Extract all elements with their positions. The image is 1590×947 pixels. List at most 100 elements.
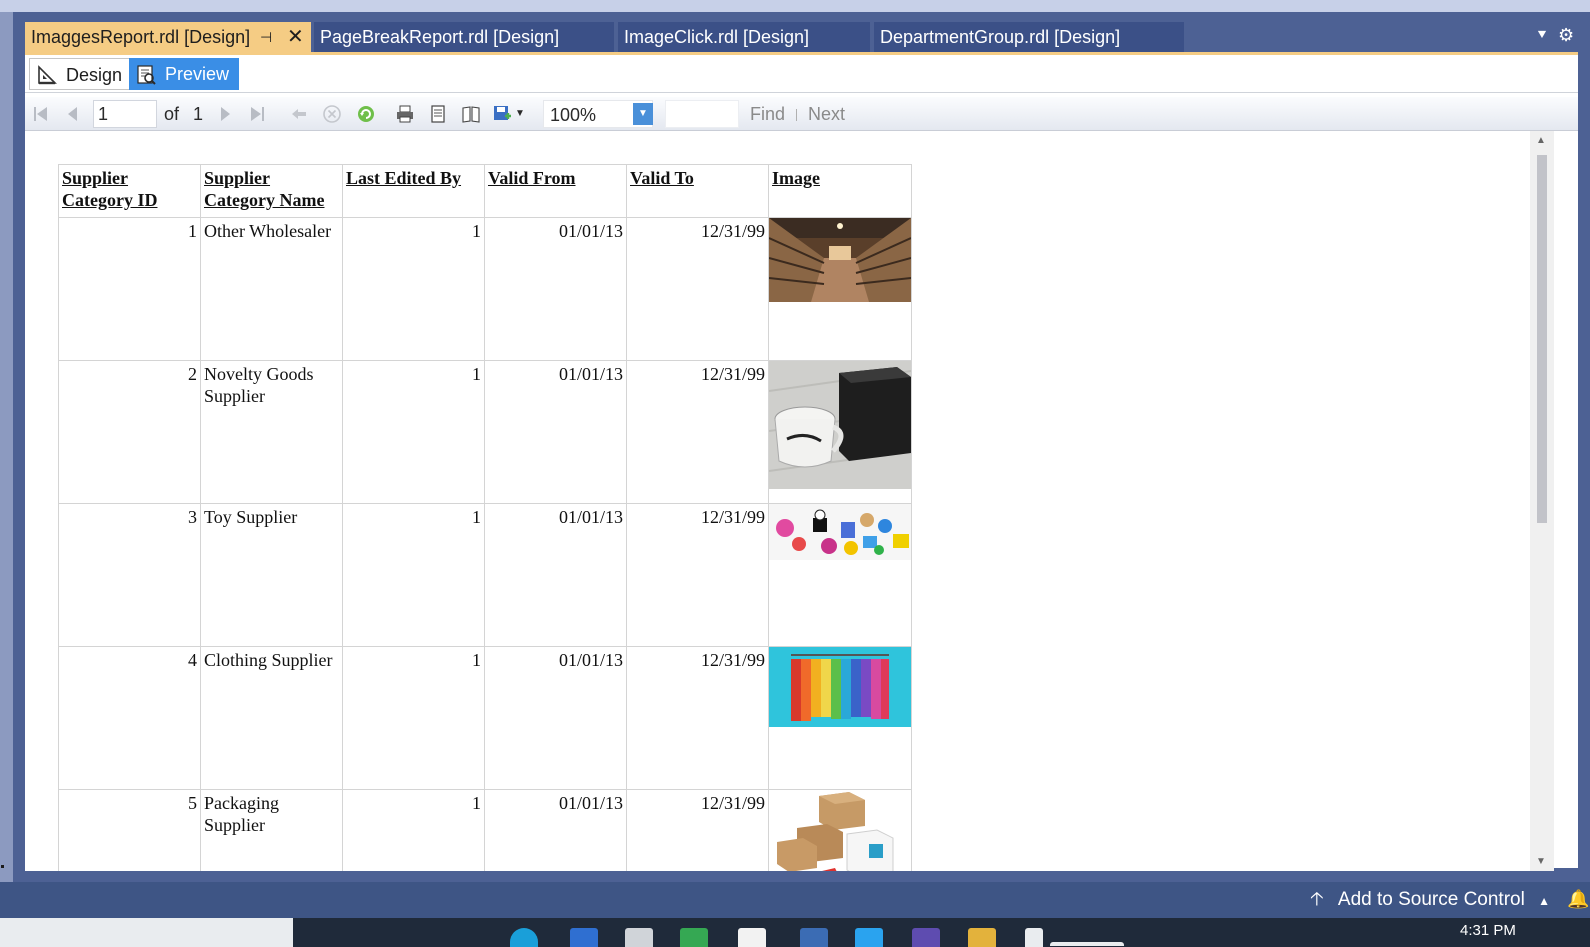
- windows-taskbar: 4:31 PM: [0, 918, 1590, 947]
- explorer-icon[interactable]: [800, 928, 828, 947]
- scrollbar-thumb[interactable]: [1537, 155, 1547, 523]
- cell-name: Clothing Supplier: [200, 646, 343, 790]
- show-hidden-icons-icon[interactable]: [1025, 928, 1043, 947]
- cell-edited-by: 1: [342, 503, 485, 647]
- edge-icon[interactable]: [510, 928, 538, 947]
- excel-icon[interactable]: [680, 928, 708, 947]
- find-text-input[interactable]: [665, 100, 739, 128]
- refresh-icon[interactable]: [356, 104, 376, 124]
- export-dropdown-icon[interactable]: ▼: [515, 97, 525, 131]
- cell-valid-to: 12/31/99: [626, 360, 769, 504]
- taskbar-clock: 4:31 PM: [1460, 922, 1516, 939]
- design-tab[interactable]: Design: [29, 58, 134, 90]
- status-bar: 🡡 Add to Source Control ▲ 🔔: [0, 882, 1590, 918]
- cell-image: [768, 503, 912, 647]
- preview-tab-label: Preview: [165, 64, 230, 84]
- cell-valid-to: 12/31/99: [626, 789, 769, 871]
- design-tab-label: Design: [66, 65, 123, 85]
- cell-valid-from: 01/01/13: [484, 646, 627, 790]
- mug-and-box-image: [768, 361, 912, 489]
- gear-icon[interactable]: ⚙: [1558, 25, 1574, 46]
- system-tray[interactable]: [1050, 942, 1124, 946]
- cell-valid-from: 01/01/13: [484, 217, 627, 361]
- report-preview-area: Supplier Category ID Supplier Category N…: [25, 131, 1530, 871]
- taskbar-search-area[interactable]: [0, 918, 293, 947]
- tab-imageclick[interactable]: ImageClick.rdl [Design]: [618, 22, 870, 52]
- next-page-icon[interactable]: [215, 104, 235, 124]
- outlook-icon[interactable]: [855, 928, 883, 947]
- cell-edited-by: 1: [342, 789, 485, 871]
- cell-valid-to: 12/31/99: [626, 217, 769, 361]
- notification-bell-icon[interactable]: 🔔: [1567, 889, 1589, 910]
- cell-image: [768, 789, 912, 871]
- pin-icon[interactable]: ⊣: [260, 22, 272, 52]
- tab-departmentgroup[interactable]: DepartmentGroup.rdl [Design]: [874, 22, 1184, 52]
- page-number-input[interactable]: 1: [93, 100, 157, 128]
- cell-name: Toy Supplier: [200, 503, 343, 647]
- scroll-up-icon[interactable]: ▲: [1536, 135, 1546, 146]
- print-icon[interactable]: [395, 104, 415, 124]
- print-layout-icon[interactable]: [428, 104, 448, 124]
- last-page-icon[interactable]: [247, 104, 267, 124]
- cell-image: [768, 646, 912, 790]
- vertical-scrollbar[interactable]: ▲ ▼: [1530, 131, 1554, 871]
- page-setup-icon[interactable]: [461, 104, 481, 124]
- table-row: 4 Clothing Supplier 1 01/01/13 12/31/99: [58, 646, 912, 790]
- previous-page-icon[interactable]: [63, 104, 83, 124]
- source-control-label: Add to Source Control: [1337, 889, 1525, 910]
- header-image: Image: [768, 164, 912, 218]
- next-link[interactable]: Next: [808, 97, 845, 131]
- design-icon: [38, 65, 57, 85]
- up-arrow-icon: 🡡: [1310, 889, 1324, 910]
- export-icon[interactable]: [492, 104, 512, 124]
- tab-list-dropdown-icon[interactable]: ⯆: [1536, 27, 1548, 44]
- cell-id: 1: [58, 217, 201, 361]
- visual-studio-icon[interactable]: [912, 928, 940, 947]
- back-icon[interactable]: [289, 104, 309, 124]
- scroll-down-icon[interactable]: ▼: [1536, 856, 1546, 867]
- header-row: Supplier Category ID Supplier Category N…: [58, 164, 912, 218]
- notepad-icon[interactable]: [738, 928, 766, 947]
- report-designer-surface: Design Preview 1 of 1 ▼ 100% ▼ Find Next…: [25, 52, 1578, 871]
- tab-label: DepartmentGroup.rdl [Design]: [880, 27, 1121, 47]
- cell-valid-from: 01/01/13: [484, 503, 627, 647]
- table-row: 3 Toy Supplier 1 01/01/13 12/31/99: [58, 503, 912, 647]
- header-supplier-category-id: Supplier Category ID: [58, 164, 201, 218]
- cell-name: Novelty Goods Supplier: [200, 360, 343, 504]
- of-label: of: [164, 104, 180, 124]
- preview-tab[interactable]: Preview: [129, 58, 240, 90]
- cell-edited-by: 1: [342, 646, 485, 790]
- add-to-source-control-button[interactable]: 🡡 Add to Source Control ▲: [1310, 882, 1550, 918]
- cell-name: Other Wholesaler: [200, 217, 343, 361]
- find-link[interactable]: Find: [750, 97, 785, 131]
- first-page-icon[interactable]: [31, 104, 51, 124]
- page-total: 1: [193, 104, 204, 124]
- cell-valid-to: 12/31/99: [626, 646, 769, 790]
- cell-valid-from: 01/01/13: [484, 360, 627, 504]
- folder-icon[interactable]: [968, 928, 996, 947]
- cell-valid-to: 12/31/99: [626, 503, 769, 647]
- header-last-edited-by: Last Edited By: [342, 164, 485, 218]
- warehouse-image: [768, 218, 912, 302]
- cell-id: 2: [58, 360, 201, 504]
- cell-id: 4: [58, 646, 201, 790]
- header-valid-to: Valid To: [626, 164, 769, 218]
- tab-label: PageBreakReport.rdl [Design]: [320, 27, 560, 47]
- tab-pagebreakreport[interactable]: PageBreakReport.rdl [Design]: [314, 22, 614, 52]
- header-supplier-category-name: Supplier Category Name: [200, 164, 343, 218]
- close-icon[interactable]: ✕: [287, 22, 304, 52]
- supplier-category-table: Supplier Category ID Supplier Category N…: [58, 164, 912, 871]
- cell-id: 3: [58, 503, 201, 647]
- table-row: 5 Packaging Supplier 1 01/01/13 12/31/99: [58, 789, 912, 871]
- stop-icon[interactable]: [322, 104, 342, 124]
- tab-imaggesreport[interactable]: ImaggesReport.rdl [Design] ⊣ ✕: [25, 22, 311, 52]
- document-tab-well: ImaggesReport.rdl [Design] ⊣ ✕ PageBreak…: [25, 22, 1570, 52]
- file-icon[interactable]: [625, 928, 653, 947]
- report-viewer-toolbar: 1 of 1 ▼ 100% ▼ Find Next: [25, 97, 1578, 131]
- find-separator: [796, 109, 797, 121]
- cell-name: Packaging Supplier: [200, 789, 343, 871]
- caret-up-icon: ▲: [1538, 894, 1551, 908]
- cell-image: [768, 360, 912, 504]
- store-icon[interactable]: [570, 928, 598, 947]
- zoom-dropdown-icon[interactable]: ▼: [633, 103, 653, 125]
